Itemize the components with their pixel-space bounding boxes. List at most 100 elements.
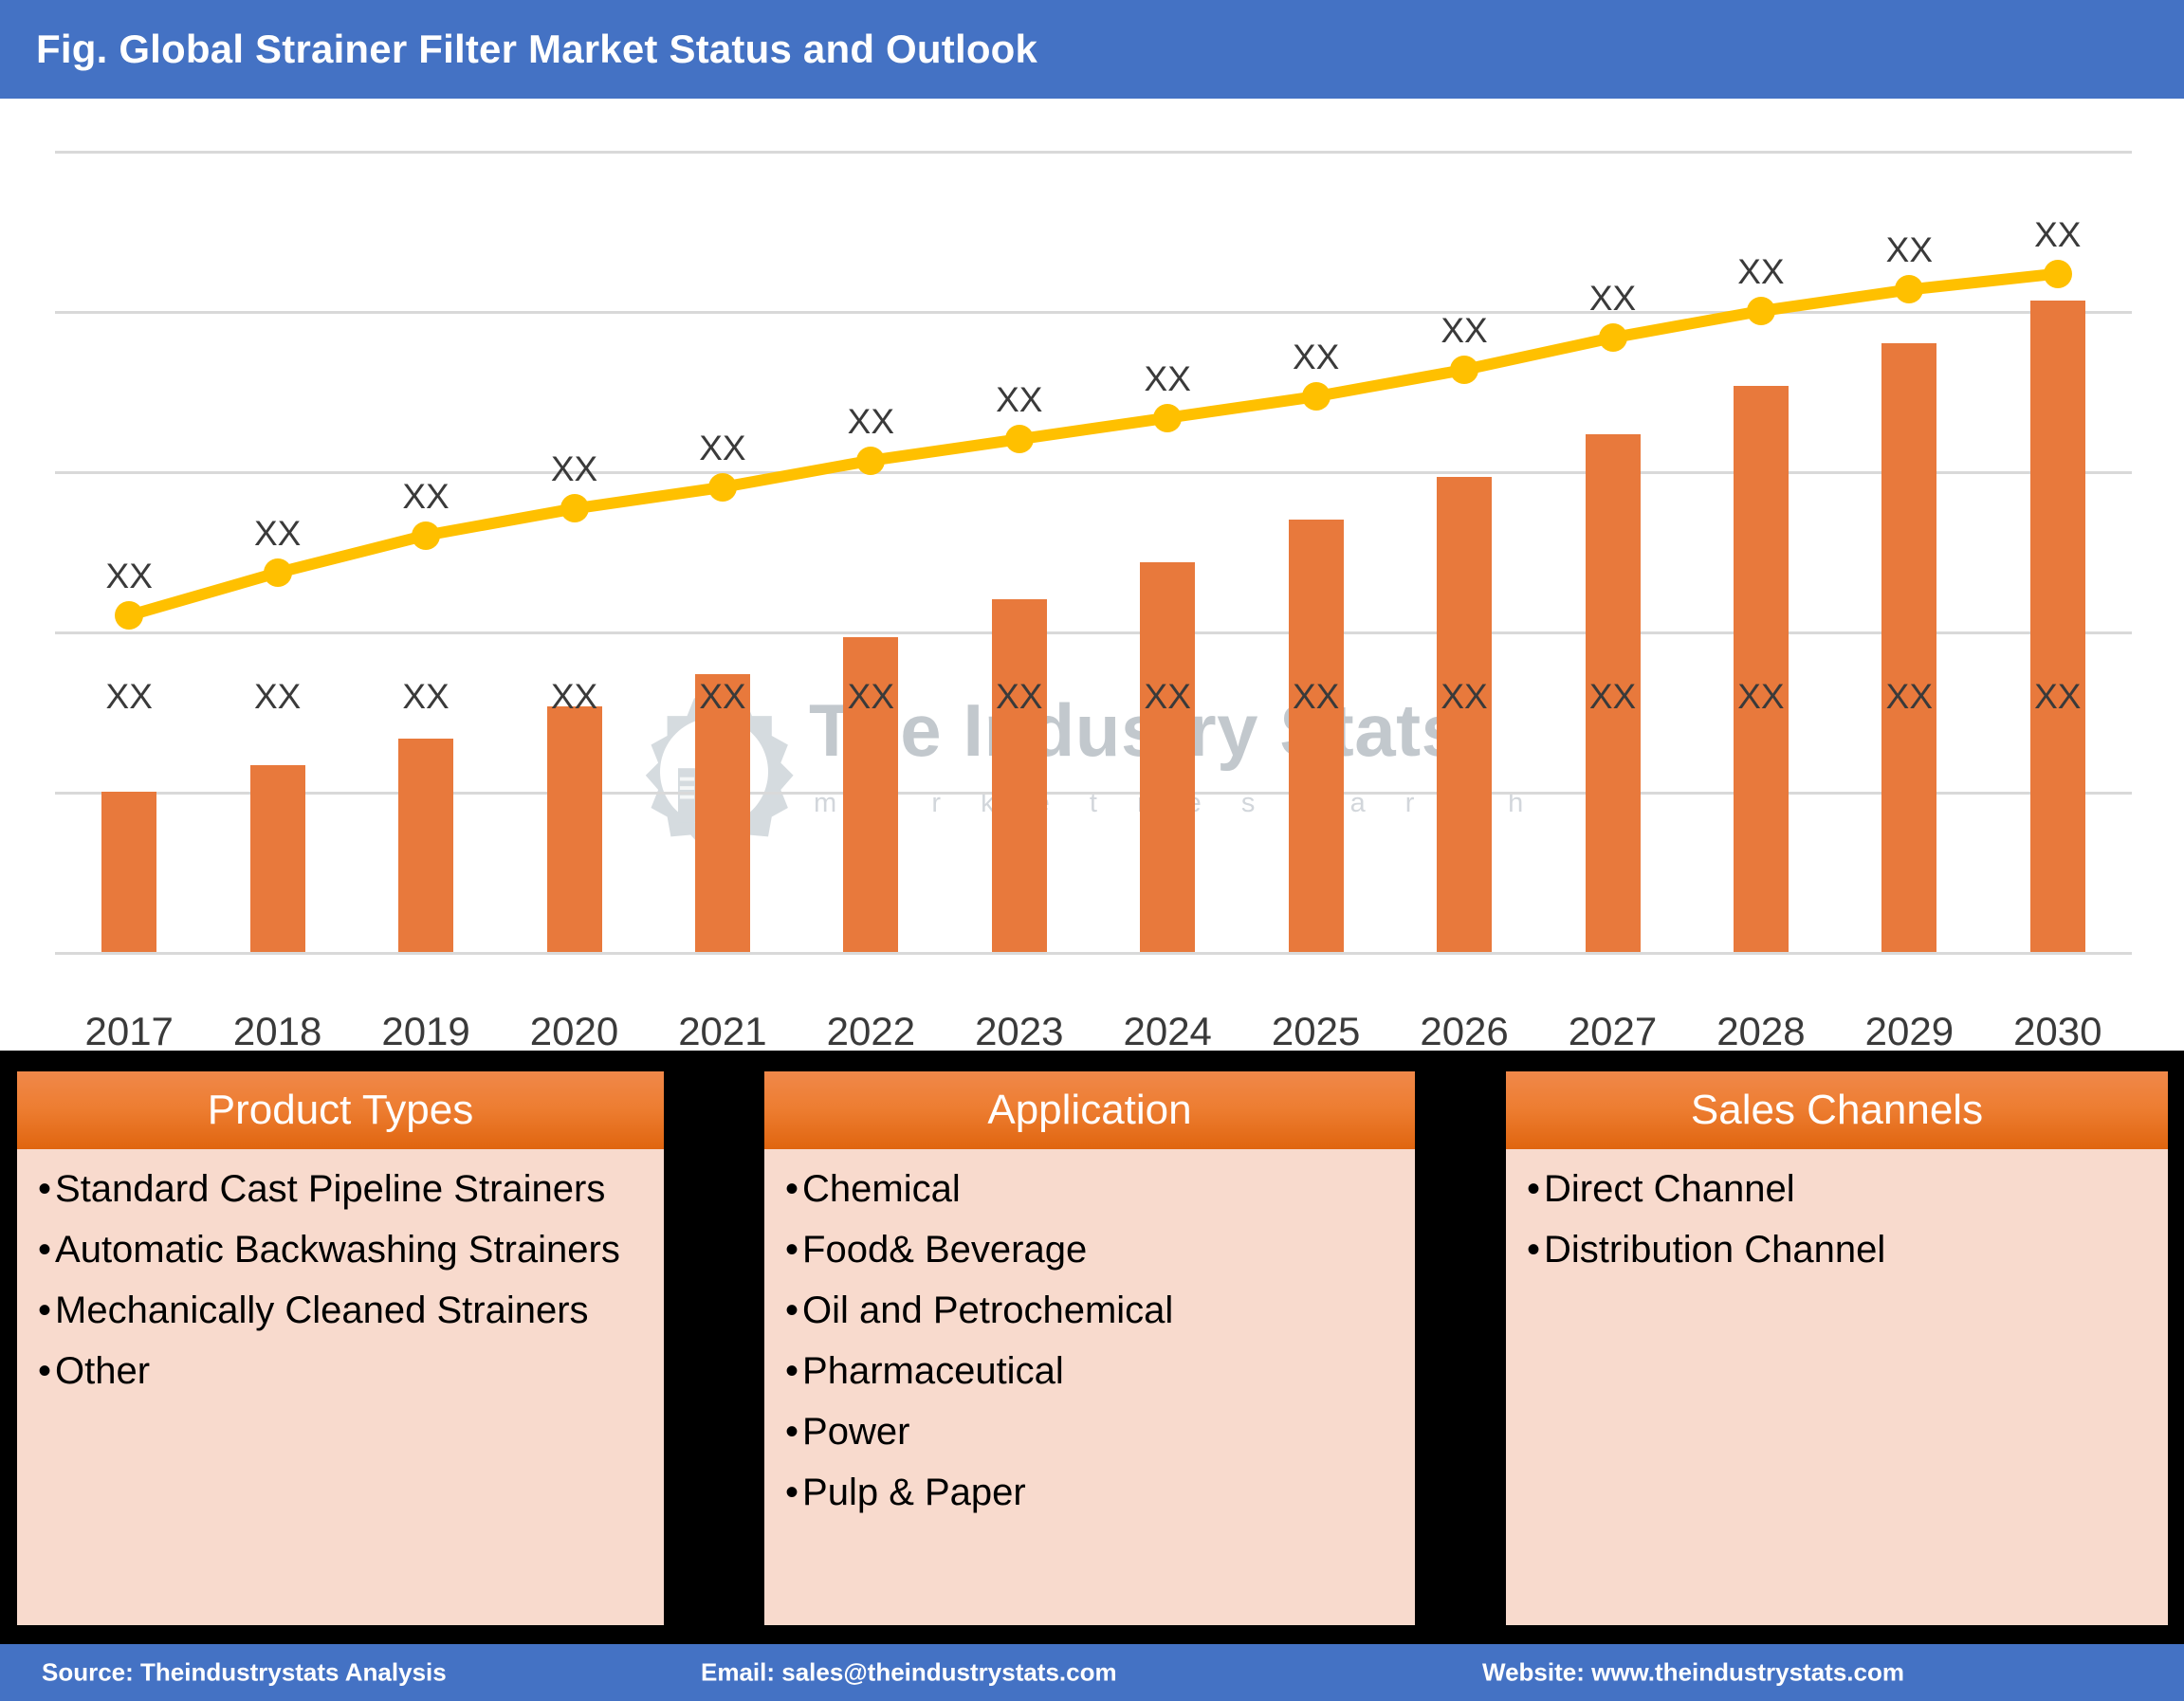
x-axis-tick-label: 2017 [84,1009,174,1053]
x-axis-tick-label: 2018 [232,1009,322,1053]
list-item-label: Pharmaceutical [802,1350,1064,1392]
bullet-icon: • [785,1350,799,1392]
x-axis-tick-label: 2024 [1123,1009,1212,1053]
line-value-label: XX [1737,252,1785,291]
list-item: • Standard Cast Pipeline Strainers [38,1170,647,1208]
bullet-icon: • [1527,1229,1541,1271]
line-value-label: XX [2034,214,2082,254]
line-marker[interactable] [115,601,144,631]
footer-bar: Source: Theindustrystats Analysis Email:… [0,1644,2184,1701]
line-marker[interactable] [412,521,441,550]
line-marker[interactable] [560,494,589,523]
bullet-icon: • [1527,1168,1541,1210]
x-axis-tick-label: 2029 [1864,1009,1955,1053]
bullet-icon: • [785,1168,799,1210]
line-marker[interactable] [856,446,886,475]
page-title: Fig. Global Strainer Filter Market Statu… [36,27,1038,71]
x-axis-tick-label: 2023 [975,1009,1064,1053]
bullet-icon: • [38,1289,52,1331]
list-item: • Distribution Channel [1527,1231,2151,1269]
line-value-label: XX [996,380,1043,420]
x-axis-tick-label: 2021 [678,1009,767,1053]
list-item-label: Power [802,1411,910,1453]
plot-area: The Industry Stats m a r k e t r e s e a… [55,151,2132,955]
list-item-label: Food& Beverage [802,1229,1088,1271]
header-bar: Fig. Global Strainer Filter Market Statu… [0,0,2184,99]
list-item-label: Chemical [802,1168,961,1210]
list-item-label: Oil and Petrochemical [802,1289,1174,1331]
list-item: • Direct Channel [1527,1170,2151,1208]
list-item: • Pulp & Paper [785,1473,1398,1511]
line-marker[interactable] [707,472,737,502]
line-value-label: XX [402,476,450,516]
line-marker[interactable] [1450,355,1479,384]
line-marker[interactable] [1004,425,1034,454]
list-item: • Chemical [785,1170,1398,1208]
panel-product-types-title: Product Types [207,1087,474,1133]
footer-source: Source: Theindustrystats Analysis [42,1657,447,1687]
gridline [55,952,2132,955]
footer-email[interactable]: Email: sales@theindustrystats.com [701,1658,1117,1688]
line-value-label: XX [1885,230,1934,270]
line-marker[interactable] [1895,275,1924,304]
list-item: • Other [38,1352,647,1390]
footer-website[interactable]: Website: www.theindustrystats.com [1482,1658,1904,1688]
line-value-label: XX [1588,279,1637,319]
line-marker[interactable] [1746,297,1775,325]
bullet-icon: • [785,1229,799,1271]
list-item-label: Automatic Backwashing Strainers [55,1229,620,1271]
line-value-label: XX [550,449,598,489]
list-item-label: Other [55,1350,151,1392]
list-item: • Pharmaceutical [785,1352,1398,1390]
list-item-label: Standard Cast Pipeline Strainers [55,1168,606,1210]
line-marker[interactable] [2043,259,2072,288]
line-value-label: XX [847,401,895,441]
x-axis-tick-label: 2022 [826,1009,916,1053]
x-axis-tick-label: 2028 [1716,1009,1806,1053]
panel-sales-channels: Sales Channels • Direct Channel • Distribut… [1506,1071,2168,1625]
list-item-label: Mechanically Cleaned Strainers [55,1289,589,1331]
x-axis-tick-label: 2027 [1568,1009,1658,1053]
line-marker[interactable] [1153,403,1183,432]
bullet-icon: • [38,1168,52,1210]
bullet-icon: • [785,1472,799,1513]
panel-sales-channels-header: Sales Channels [1506,1071,2168,1149]
panel-application-title: Application [987,1087,1192,1133]
panel-sales-channels-title: Sales Channels [1690,1087,1984,1133]
line-value-label: XX [699,428,746,467]
line-value-label: XX [105,557,153,596]
segmentation-panels: Product Types • Standard Cast Pipeline St… [0,1051,2184,1644]
bullet-icon: • [785,1289,799,1331]
list-item-label: Direct Channel [1544,1168,1795,1210]
x-axis-tick-label: 2019 [381,1009,470,1053]
bullet-icon: • [38,1229,52,1271]
list-item: • Oil and Petrochemical [785,1291,1398,1329]
line-value-label: XX [1441,310,1488,350]
x-axis-tick-label: 2030 [2013,1009,2102,1053]
growth-rate-line [123,267,2064,622]
panel-product-types-list: • Standard Cast Pipeline Strainers • Automa… [17,1149,664,1413]
panel-sales-channels-list: • Direct Channel • Distribution Channel [1506,1149,2168,1291]
list-item-label: Pulp & Paper [802,1472,1026,1513]
list-item: • Automatic Backwashing Strainers [38,1231,647,1269]
list-item: • Food& Beverage [785,1231,1398,1269]
panel-product-types-header: Product Types [17,1071,664,1149]
x-axis-tick-label: 2026 [1420,1009,1509,1053]
list-item: • Mechanically Cleaned Strainers [38,1291,647,1329]
panel-application-header: Application [764,1071,1415,1149]
line-marker[interactable] [1598,323,1627,353]
list-item: • Power [785,1413,1398,1451]
line-value-label: XX [1144,358,1191,398]
panel-product-types: Product Types • Standard Cast Pipeline St… [17,1071,664,1625]
line-marker[interactable] [1301,382,1331,412]
x-axis-tick-label: 2020 [529,1009,619,1053]
line-value-label: XX [253,514,302,554]
panel-application: Application • Chemical • Food& Beverage • Oil… [764,1071,1415,1625]
line-value-label: XX [1292,338,1340,377]
line-marker[interactable] [263,558,292,588]
panel-application-list: • Chemical • Food& Beverage • Oil and Petroch… [764,1149,1415,1534]
x-axis-tick-label: 2025 [1271,1009,1361,1053]
chart-region: The Industry Stats m a r k e t r e s e a… [0,99,2184,1122]
list-item-label: Distribution Channel [1544,1229,1886,1271]
bullet-icon: • [785,1411,799,1453]
